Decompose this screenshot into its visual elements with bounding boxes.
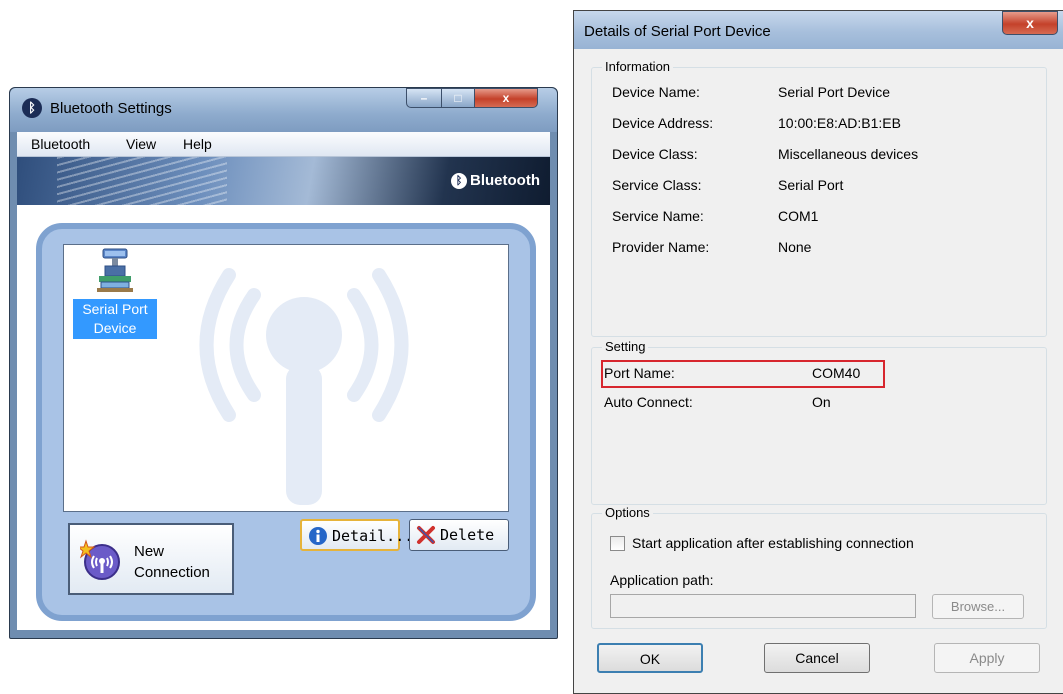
service-name-value: COM1	[778, 208, 819, 224]
detail-button[interactable]: Detail...	[300, 519, 413, 551]
service-name-label: Service Name:	[612, 208, 704, 224]
bluetooth-brand: ᛒ Bluetooth	[451, 172, 540, 190]
options-group: Options Start application after establis…	[591, 505, 1047, 629]
information-heading: Information	[602, 59, 674, 74]
service-class-label: Service Class:	[612, 177, 702, 193]
start-application-checkbox[interactable]	[610, 536, 625, 551]
options-heading: Options	[602, 505, 653, 520]
service-class-value: Serial Port	[778, 177, 844, 193]
apply-button[interactable]: Apply	[934, 643, 1040, 673]
setting-group: Setting Port Name: COM40 Auto Connect: O…	[591, 339, 1047, 505]
new-connection-label: New Connection	[134, 541, 210, 583]
serial-port-device-icon	[97, 248, 133, 292]
device-panel: Serial Port Device New Connection Detail…	[36, 223, 536, 621]
title-bar[interactable]: ᛒ Bluetooth Settings – □ x	[10, 88, 557, 132]
new-connection-icon	[80, 539, 120, 580]
dialog-title: Details of Serial Port Device	[584, 23, 771, 40]
device-address-label: Device Address:	[612, 115, 714, 131]
device-list[interactable]: Serial Port Device	[63, 244, 509, 512]
port-name-label: Port Name:	[604, 365, 675, 381]
bluetooth-logo-icon: ᛒ	[451, 173, 468, 190]
information-group: Information Device Name: Serial Port Dev…	[591, 59, 1047, 337]
device-item-serial-port[interactable]: Serial Port Device	[73, 247, 157, 339]
start-application-label[interactable]: Start application after establishing con…	[632, 535, 914, 551]
brand-label: Bluetooth	[470, 172, 540, 189]
dialog-body: Information Device Name: Serial Port Dev…	[581, 49, 1057, 689]
info-icon	[309, 527, 327, 545]
close-button[interactable]: x	[474, 88, 538, 108]
menu-bluetooth[interactable]: Bluetooth	[31, 136, 90, 152]
device-label: Serial Port Device	[73, 299, 157, 339]
delete-label: Delete	[440, 526, 495, 544]
setting-heading: Setting	[602, 339, 649, 354]
keyboard-graphic	[57, 157, 227, 205]
application-path-label: Application path:	[610, 572, 714, 588]
menu-bar: Bluetooth View Help	[17, 132, 550, 157]
device-class-label: Device Class:	[612, 146, 698, 162]
new-connection-button[interactable]: New Connection	[68, 523, 234, 595]
device-name-label: Device Name:	[612, 84, 700, 100]
maximize-button[interactable]: □	[441, 88, 475, 108]
ok-button[interactable]: OK	[597, 643, 703, 673]
device-address-value: 10:00:E8:AD:B1:EB	[778, 115, 901, 131]
device-label-line1: Serial Port	[82, 301, 148, 317]
new-connection-line2: Connection	[134, 564, 210, 581]
bluetooth-icon: ᛒ	[22, 98, 42, 118]
new-connection-line1: New	[134, 543, 165, 560]
auto-connect-label: Auto Connect:	[604, 394, 693, 410]
provider-name-label: Provider Name:	[612, 239, 710, 255]
auto-connect-value: On	[812, 394, 831, 410]
client-area: Serial Port Device New Connection Detail…	[17, 205, 550, 630]
menu-help[interactable]: Help	[183, 136, 212, 152]
menu-view[interactable]: View	[126, 136, 156, 152]
device-name-value: Serial Port Device	[778, 84, 891, 100]
device-label-line2: Device	[93, 320, 137, 336]
window-title: Bluetooth Settings	[50, 100, 172, 117]
device-class-value: Miscellaneous devices	[778, 146, 919, 162]
dialog-title-bar[interactable]: Details of Serial Port Device x	[574, 11, 1063, 49]
port-name-value: COM40	[812, 365, 861, 381]
antenna-watermark-icon	[199, 268, 409, 505]
bluetooth-settings-window: ᛒ Bluetooth Settings – □ x Bluetooth Vie…	[9, 87, 558, 639]
dialog-close-button[interactable]: x	[1002, 11, 1058, 35]
provider-name-value: None	[778, 239, 812, 255]
cancel-button[interactable]: Cancel	[764, 643, 870, 673]
browse-button[interactable]: Browse...	[932, 594, 1024, 619]
bluetooth-banner: ᛒ Bluetooth	[17, 157, 550, 205]
detail-label: Detail...	[332, 527, 414, 545]
details-dialog: Details of Serial Port Device x Informat…	[573, 10, 1063, 694]
delete-x-icon	[417, 526, 435, 544]
delete-button[interactable]: Delete	[409, 519, 509, 551]
application-path-input[interactable]	[610, 594, 916, 618]
minimize-button[interactable]: –	[406, 88, 442, 108]
